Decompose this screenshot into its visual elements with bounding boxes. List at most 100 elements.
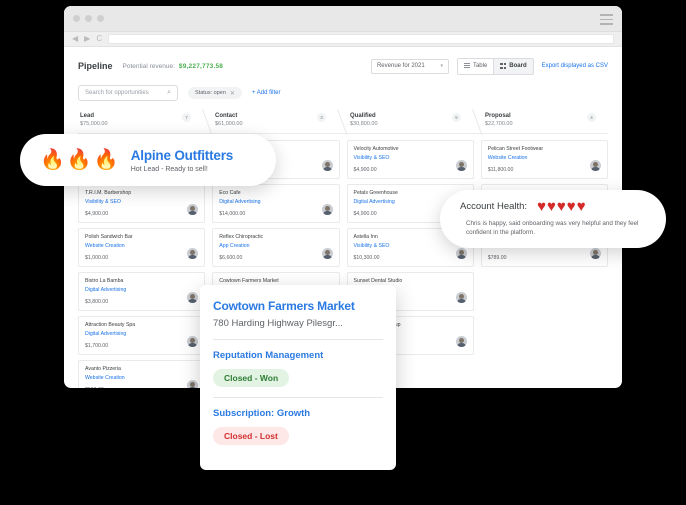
add-filter-button[interactable]: + Add filter [252, 90, 281, 96]
view-toggle: Table Board [456, 57, 534, 75]
deal-card[interactable]: Polish Sandwich Bar Website Creation $1,00… [78, 228, 206, 267]
avatar [455, 160, 467, 171]
pipeline-column-4: Pelican Street Footwear Website Creation $… [480, 140, 608, 388]
deal-name: Eco Cafe [219, 190, 241, 196]
close-icon[interactable]: ✕ [230, 90, 235, 97]
stage-header-qualified[interactable]: Qualified $30,800.00 5 [338, 109, 483, 135]
avatar [455, 248, 467, 259]
opportunity-name[interactable]: Reputation Management [213, 350, 383, 361]
opportunity-row: Reputation Management Closed - Won [213, 350, 383, 398]
close-window-dot[interactable] [73, 15, 80, 22]
app-header: Pipeline Potential revenue: $9,227,773.5… [78, 57, 608, 75]
status-badge: Closed - Won [213, 369, 290, 387]
deal-name: Pelican Street Footwear [487, 146, 544, 152]
back-icon[interactable]: ◀ [72, 35, 78, 43]
deal-card[interactable]: Pelican Street Footwear Website Creation $… [480, 140, 608, 179]
deal-service[interactable]: Website Creation [85, 375, 198, 381]
grid-icon [500, 63, 507, 69]
export-csv-link[interactable]: Export displayed as CSV [542, 63, 608, 69]
alpine-popup-text: Alpine Outfitters Hot Lead - Ready to se… [130, 147, 234, 173]
deal-card[interactable]: Velocity Automotive Visibility & SEO $4,90… [346, 140, 474, 179]
deal-card[interactable]: Bistro La Bamba Digital Advertising $3,800… [78, 272, 206, 311]
deal-card[interactable]: Reflex Chiropractic App Creation $6,600.00 [212, 228, 340, 267]
status-filter-label: Status: open [195, 90, 226, 96]
hamburger-menu-icon[interactable] [600, 14, 613, 28]
deal-service[interactable]: Visibility & SEO [354, 155, 467, 161]
status-filter-chip[interactable]: Status: open ✕ [188, 87, 242, 99]
deal-amount: $4,900.00 [353, 167, 377, 173]
divider [213, 397, 383, 398]
stage-count-badge: 3 [317, 113, 326, 122]
deal-service[interactable]: Visibility & SEO [85, 199, 198, 205]
avatar [455, 336, 467, 347]
heart-rating: ♥ ♥ ♥ ♥ ♥ [537, 199, 586, 214]
deal-name: Polish Sandwich Bar [85, 234, 133, 240]
heart-icon: ♥ [556, 198, 566, 215]
avatar [321, 204, 333, 215]
alpine-outfitters-popup[interactable]: 🔥 🔥 🔥 Alpine Outfitters Hot Lead - Ready t… [20, 134, 276, 186]
cowtown-address: 780 Harding Highway Pilesgr... [213, 318, 343, 329]
minimize-window-dot[interactable] [85, 15, 92, 22]
avatar [187, 292, 199, 303]
deal-name: Sunset Dental Studio [353, 278, 403, 284]
cowtown-detail-card[interactable]: Cowtown Farmers Market 780 Harding Highw… [200, 285, 396, 470]
deal-card[interactable]: Eco Cafe Digital Advertising $14,000.00 [212, 184, 340, 223]
revenue-label: Potential revenue: [122, 62, 175, 70]
window-traffic-lights[interactable] [73, 15, 104, 22]
forward-icon[interactable]: ▶ [84, 35, 90, 43]
heart-icon: ♥ [537, 198, 546, 215]
heart-icon: ♥ [576, 198, 586, 215]
deal-amount: $789.00 [487, 255, 507, 261]
search-input[interactable]: Search for opportunities ⌕ [78, 85, 178, 101]
avatar [321, 160, 333, 171]
stage-count-badge: 5 [452, 113, 461, 122]
maximize-window-dot[interactable] [97, 15, 104, 22]
reload-icon[interactable]: C [96, 35, 102, 43]
stage-count-badge: 7 [182, 113, 191, 122]
deal-card[interactable]: Attraction Beauty Spa Digital Advertising… [78, 316, 206, 355]
divider [213, 339, 383, 340]
cowtown-opportunities: Reputation Management Closed - Won Subscri… [213, 350, 383, 445]
deal-card[interactable]: Avanto Pizzeria Website Creation $500.00 [78, 360, 206, 388]
header-controls: Revenue for 2021 ▾ Table Board Export di… [370, 57, 608, 75]
account-health-popup[interactable]: Account Health: ♥ ♥ ♥ ♥ ♥ Chris is happy, sa… [440, 190, 666, 248]
deal-service[interactable]: Digital Advertising [85, 331, 198, 337]
deal-service[interactable]: Website Creation [488, 155, 601, 161]
page-title: Pipeline [78, 61, 113, 71]
deal-name: Bistro La Bamba [85, 278, 124, 284]
deal-service[interactable]: Website Creation [85, 243, 198, 249]
status-badge: Closed - Lost [213, 427, 289, 445]
tab-table-label: Table [472, 63, 488, 69]
stage-header-proposal[interactable]: Proposal $22,700.00 4 [473, 111, 608, 133]
tab-board-view[interactable]: Board [493, 58, 533, 74]
alpine-popup-subtitle: Hot Lead - Ready to sell! [130, 165, 208, 173]
stage-header-lead[interactable]: Lead $75,000.00 7 [78, 109, 213, 135]
opportunity-name[interactable]: Subscription: Growth [213, 408, 383, 419]
account-health-label: Account Health: [460, 201, 528, 212]
deal-name: Cowtown Farmers Market [219, 278, 279, 284]
deal-service[interactable]: App Creation [219, 243, 332, 249]
period-select-value: Revenue for 2021 [376, 63, 425, 69]
deal-name: Avanto Pizzeria [85, 366, 121, 372]
stage-header-contact[interactable]: Contact $61,000.00 3 [203, 109, 348, 135]
browser-titlebar [64, 6, 622, 32]
stage-header-row: Lead $75,000.00 7 Contact $61,000.00 3 Qualifi… [78, 109, 608, 135]
search-icon[interactable]: ⌕ [167, 89, 171, 97]
period-select[interactable]: Revenue for 2021 ▾ [370, 58, 449, 74]
deal-service[interactable]: Visibility & SEO [354, 243, 467, 249]
deal-card[interactable]: T.R.I.M. Barbershop Visibility & SEO $4,90… [78, 184, 206, 223]
avatar [187, 380, 199, 388]
alpine-popup-title: Alpine Outfitters [130, 147, 234, 163]
tab-table-view[interactable]: Table [457, 58, 494, 74]
url-bar[interactable] [108, 34, 614, 44]
account-health-header: Account Health: ♥ ♥ ♥ ♥ ♥ [460, 199, 650, 214]
deal-service[interactable]: Digital Advertising [85, 287, 198, 293]
heart-icon: ♥ [566, 198, 576, 215]
account-health-note: Chris is happy, said onboarding was very… [466, 220, 639, 237]
deal-name: Reflex Chiropractic [219, 234, 264, 240]
deal-service[interactable]: Digital Advertising [219, 199, 332, 205]
heart-icon: ♥ [546, 198, 556, 215]
avatar [590, 160, 601, 171]
cowtown-title[interactable]: Cowtown Farmers Market [213, 299, 383, 313]
stage-count-badge: 4 [587, 113, 596, 122]
